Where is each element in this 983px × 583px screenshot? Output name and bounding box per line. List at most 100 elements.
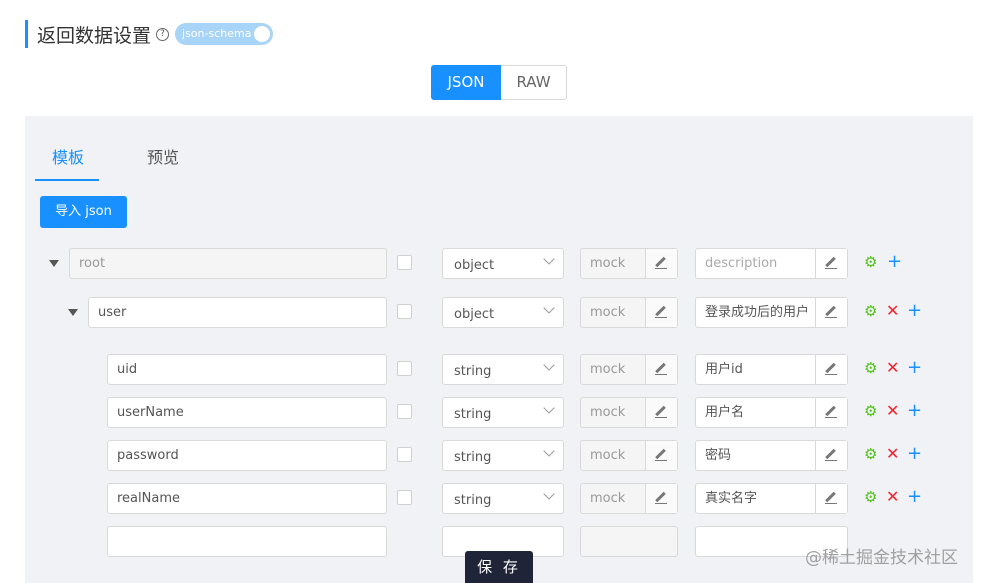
edit-icon-base [825, 417, 837, 418]
description-value: 用户id [705, 362, 743, 377]
header-accent-bar [25, 20, 28, 48]
chevron-down-icon [543, 359, 555, 371]
close-icon[interactable]: ✕ [886, 487, 899, 507]
type-select[interactable]: string [442, 397, 564, 428]
edit-mock-button[interactable] [645, 398, 677, 427]
edit-icon [825, 256, 836, 268]
edit-icon-base [825, 268, 837, 269]
field-name-input[interactable]: user [88, 297, 387, 328]
import-json-button[interactable]: 导入 json [40, 196, 127, 228]
edit-mock-button[interactable] [645, 484, 677, 513]
field-name-input[interactable]: realName [107, 483, 387, 514]
description-input[interactable]: 登录成功后的用户 [695, 297, 848, 328]
type-select[interactable]: string [442, 440, 564, 471]
schema-editor-panel: 模板 预览 导入 json root object mock description ⚙… [25, 116, 973, 583]
edit-icon-base [655, 417, 667, 418]
mock-input[interactable]: mock [580, 297, 678, 328]
gear-icon[interactable]: ⚙ [864, 358, 877, 378]
edit-description-button[interactable] [815, 249, 847, 278]
chevron-down-icon [543, 488, 555, 500]
mock-placeholder: mock [590, 405, 626, 420]
description-value: 登录成功后的用户 [705, 305, 810, 320]
close-icon[interactable]: ✕ [886, 444, 899, 464]
required-checkbox[interactable] [397, 304, 412, 319]
edit-icon [825, 491, 836, 503]
save-button[interactable]: 保 存 [465, 551, 533, 583]
json-button[interactable]: JSON [431, 65, 501, 100]
description-value: description [705, 256, 778, 271]
edit-icon-base [825, 503, 837, 504]
tab-preview[interactable]: 预览 [147, 144, 179, 168]
edit-icon [655, 405, 666, 417]
mock-input[interactable]: mock [580, 248, 678, 279]
required-checkbox[interactable] [397, 447, 412, 462]
description-input[interactable]: 用户名 [695, 397, 848, 428]
required-checkbox[interactable] [397, 361, 412, 376]
mock-input[interactable]: mock [580, 440, 678, 471]
tab-template[interactable]: 模板 [52, 144, 84, 168]
caret-down-icon[interactable] [49, 260, 59, 267]
mock-placeholder: mock [590, 362, 626, 377]
mock-input[interactable]: mock [580, 397, 678, 428]
field-name-input[interactable] [107, 526, 387, 557]
type-select[interactable]: string [442, 354, 564, 385]
description-input[interactable]: 真实名字 [695, 483, 848, 514]
plus-icon[interactable]: + [907, 358, 922, 378]
help-icon[interactable]: ? [156, 27, 170, 41]
edit-description-button[interactable] [815, 484, 847, 513]
close-icon[interactable]: ✕ [886, 401, 899, 421]
plus-icon[interactable]: + [907, 487, 922, 507]
plus-icon[interactable]: + [907, 444, 922, 464]
raw-button[interactable]: RAW [501, 65, 567, 100]
edit-description-button[interactable] [815, 298, 847, 327]
field-name-input[interactable]: password [107, 440, 387, 471]
type-select[interactable]: string [442, 483, 564, 514]
mock-input[interactable]: mock [580, 483, 678, 514]
edit-mock-button[interactable] [645, 441, 677, 470]
required-checkbox[interactable] [397, 255, 412, 270]
toggle-label: json-schema [182, 27, 252, 40]
description-input[interactable]: description [695, 248, 848, 279]
gear-icon[interactable]: ⚙ [864, 401, 877, 421]
chevron-down-icon [543, 253, 555, 265]
table-row: userName string mock 用户名 ⚙ ✕ + [25, 397, 973, 429]
edit-description-button[interactable] [815, 398, 847, 427]
edit-icon [825, 405, 836, 417]
description-input[interactable]: 密码 [695, 440, 848, 471]
type-value: string [454, 450, 492, 465]
gear-icon[interactable]: ⚙ [864, 444, 877, 464]
field-name-input[interactable]: uid [107, 354, 387, 385]
required-checkbox[interactable] [397, 404, 412, 419]
plus-icon[interactable]: + [887, 252, 902, 272]
plus-icon[interactable]: + [907, 301, 922, 321]
type-select[interactable]: object [442, 297, 564, 328]
mock-placeholder: mock [590, 256, 626, 271]
edit-icon-base [655, 503, 667, 504]
table-row: uid string mock 用户id ⚙ ✕ + [25, 354, 973, 386]
caret-down-icon[interactable] [68, 309, 78, 316]
edit-icon [825, 305, 836, 317]
edit-description-button[interactable] [815, 355, 847, 384]
type-select[interactable]: object [442, 248, 564, 279]
close-icon[interactable]: ✕ [886, 358, 899, 378]
edit-icon [655, 491, 666, 503]
edit-mock-button[interactable] [645, 249, 677, 278]
table-row: root object mock description ⚙ + [25, 248, 973, 280]
field-name-input: root [69, 248, 387, 279]
mock-placeholder: mock [590, 491, 626, 506]
edit-mock-button[interactable] [645, 355, 677, 384]
close-icon[interactable]: ✕ [886, 301, 899, 321]
gear-icon[interactable]: ⚙ [864, 487, 877, 507]
plus-icon[interactable]: + [907, 401, 922, 421]
edit-icon [825, 362, 836, 374]
edit-mock-button[interactable] [645, 298, 677, 327]
mock-input[interactable] [580, 526, 678, 557]
edit-description-button[interactable] [815, 441, 847, 470]
required-checkbox[interactable] [397, 490, 412, 505]
gear-icon[interactable]: ⚙ [864, 252, 877, 272]
gear-icon[interactable]: ⚙ [864, 301, 877, 321]
json-schema-toggle[interactable]: json-schema [175, 23, 274, 45]
mock-input[interactable]: mock [580, 354, 678, 385]
description-input[interactable]: 用户id [695, 354, 848, 385]
field-name-input[interactable]: userName [107, 397, 387, 428]
